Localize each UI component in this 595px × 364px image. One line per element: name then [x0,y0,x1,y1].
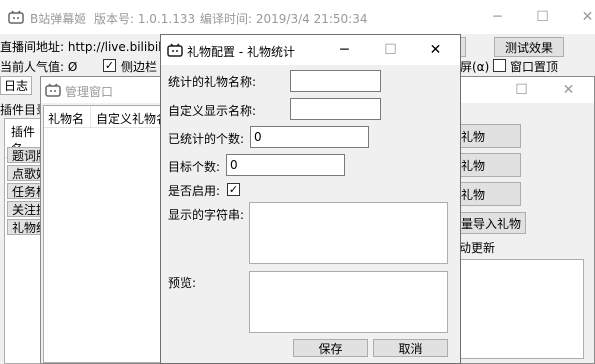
manager-title: 管理窗口 [65,85,114,99]
column-gift-name[interactable]: 礼物名 [48,110,84,127]
tab-log[interactable]: 日志 [0,76,32,95]
cancel-button[interactable]: 取消 [373,339,448,357]
window-top-label: 窗口置顶 [510,60,559,74]
minimize-icon[interactable]: ─ [322,35,367,65]
preview-box [249,271,448,333]
main-title: B站弹幕姬 [30,12,87,26]
window-top-checkbox[interactable] [493,59,506,72]
version-text: 版本号: 1.0.1.133 [94,12,196,26]
popularity-label: 当前人气值: Ø [0,60,78,74]
gift-table: 礼物名 自定义礼物名 [43,105,168,363]
plugin-list: 插件名 题词版 点歌姬 任务栏 关注提 礼物统 [4,118,48,364]
close-icon[interactable]: ✕ [546,75,591,105]
bilibili-tv-icon [167,43,183,57]
display-name-label: 自定义显示名称: [168,104,257,118]
enabled-label: 是否启用: [168,184,221,198]
bilibili-tv-icon [8,10,24,24]
maximize-icon[interactable]: ☐ [520,2,565,32]
enabled-checkbox[interactable]: ✓ [227,183,240,196]
bilibili-tv-icon [45,83,61,97]
target-count-label: 目标个数: [168,160,221,174]
main-titlebar[interactable]: B站弹幕姬 版本号: 1.0.1.133 编译时间: 2019/3/4 21:5… [0,0,595,34]
column-custom-name[interactable]: 自定义礼物名 [96,110,168,127]
display-string-label: 显示的字符串: [168,208,245,222]
gift-name-input[interactable] [290,70,381,92]
display-name-input[interactable] [290,98,381,120]
gift-button[interactable]: 礼物 [456,182,521,206]
column-divider [90,106,91,128]
target-count-input[interactable]: 0 [226,154,345,176]
screen-alpha-label: 屏(α) [460,60,490,74]
sidebar-label: 侧边栏 [121,60,158,74]
room-address-label: 直播间地址: http://live.bilibili. [0,40,169,54]
counted-input[interactable]: 0 [250,126,369,148]
build-time-text: 编译时间: 2019/3/4 21:50:34 [200,12,368,26]
counted-label: 已统计的个数: [168,132,245,146]
close-icon[interactable]: ✕ [565,2,595,32]
maximize-icon[interactable]: ☐ [368,35,413,65]
gift-button[interactable]: 礼物 [456,153,521,177]
gift-name-label: 统计的礼物名称: [168,75,257,89]
dialog-titlebar[interactable]: 礼物配置 - 礼物统计 ─ ☐ ✕ [161,35,460,65]
test-effect-button[interactable]: 测试效果 [494,37,564,57]
gift-table-header: 礼物名 自定义礼物名 [44,106,168,128]
plugin-description-area [446,259,584,359]
save-button[interactable]: 保存 [293,339,368,357]
sidebar-checkbox[interactable]: ✓ [103,59,116,72]
preview-label: 预览: [168,276,197,290]
gift-config-dialog: 礼物配置 - 礼物统计 ─ ☐ ✕ 统计的礼物名称: 自定义显示名称: 已统计的… [160,34,461,364]
gift-button[interactable]: 礼物 [456,124,521,148]
display-string-textarea[interactable] [249,202,448,264]
close-icon[interactable]: ✕ [413,35,458,65]
maximize-icon[interactable]: ☐ [499,75,544,105]
dialog-title: 礼物配置 - 礼物统计 [187,45,295,59]
minimize-icon[interactable]: ─ [475,2,520,32]
